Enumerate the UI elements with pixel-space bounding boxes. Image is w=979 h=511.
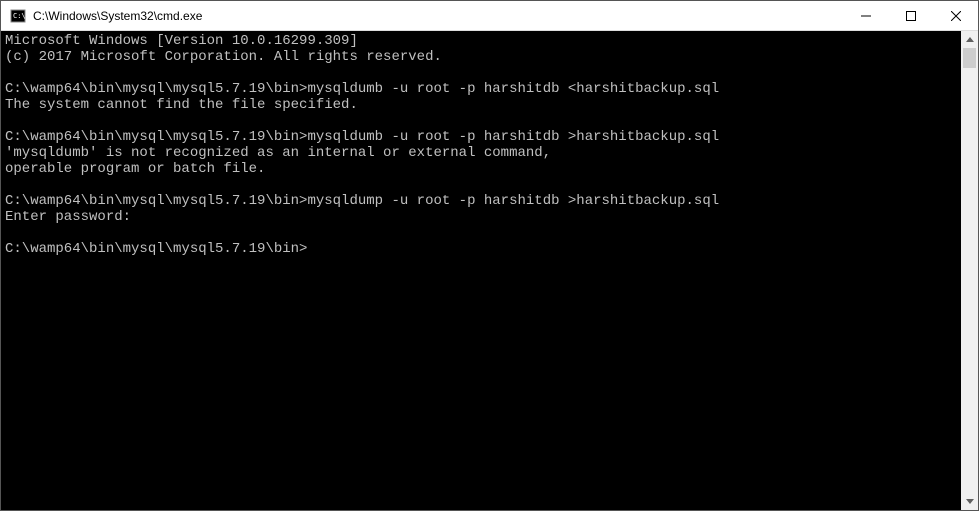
close-button[interactable] — [933, 1, 978, 30]
console-wrap: Microsoft Windows [Version 10.0.16299.30… — [1, 31, 978, 510]
titlebar[interactable]: C:\ C:\Windows\System32\cmd.exe — [1, 1, 978, 31]
window-controls — [843, 1, 978, 30]
scroll-up-button[interactable] — [961, 31, 978, 48]
svg-text:C:\: C:\ — [13, 12, 26, 20]
minimize-button[interactable] — [843, 1, 888, 30]
scrollbar-thumb[interactable] — [963, 48, 976, 68]
console-output[interactable]: Microsoft Windows [Version 10.0.16299.30… — [1, 31, 961, 510]
window-title: C:\Windows\System32\cmd.exe — [33, 9, 843, 23]
cmd-window: C:\ C:\Windows\System32\cmd.exe Microsof… — [0, 0, 979, 511]
cmd-icon: C:\ — [9, 7, 27, 25]
scroll-down-button[interactable] — [961, 493, 978, 510]
vertical-scrollbar[interactable] — [961, 31, 978, 510]
scrollbar-track[interactable] — [961, 48, 978, 493]
maximize-button[interactable] — [888, 1, 933, 30]
